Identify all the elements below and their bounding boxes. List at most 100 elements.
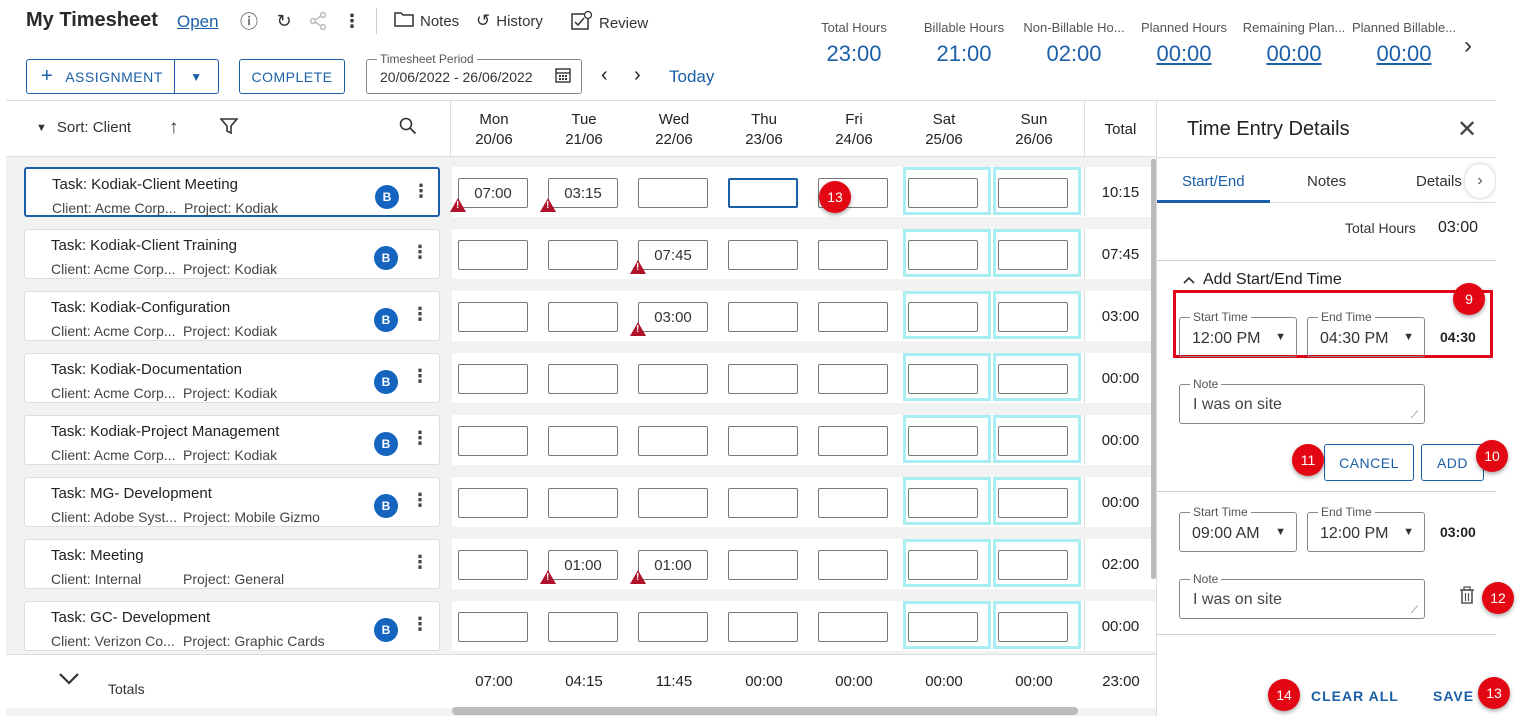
hours-cell[interactable] bbox=[638, 364, 708, 394]
warning-icon[interactable]: ! bbox=[540, 198, 556, 212]
chevron-right-icon[interactable]: › bbox=[1464, 32, 1472, 60]
entry-note-field[interactable]: Note I was on site ⟋ bbox=[1179, 572, 1425, 619]
hours-cell[interactable] bbox=[458, 302, 528, 332]
hours-cell[interactable] bbox=[908, 302, 978, 332]
hours-cell[interactable] bbox=[548, 426, 618, 456]
hours-cell[interactable] bbox=[458, 240, 528, 270]
assignment-dropdown-button[interactable]: ▼ bbox=[175, 60, 218, 93]
more-vertical-icon[interactable]: ⋮ bbox=[411, 614, 429, 635]
review-tool[interactable]: Review bbox=[571, 10, 648, 36]
search-icon[interactable] bbox=[399, 117, 417, 141]
entry-end-time-select[interactable]: End Time 12:00 PM ▼ bbox=[1307, 505, 1425, 552]
summary-planned-billable[interactable]: Planned Billable... 00:00 bbox=[1349, 20, 1459, 67]
complete-button[interactable]: COMPLETE bbox=[239, 59, 345, 94]
sort-control[interactable]: ▼ Sort: Client bbox=[36, 119, 131, 136]
info-icon[interactable]: ⓘ bbox=[238, 10, 260, 32]
hours-cell[interactable] bbox=[548, 488, 618, 518]
calendar-icon[interactable] bbox=[555, 67, 571, 88]
hours-cell[interactable] bbox=[998, 550, 1068, 580]
task-card[interactable]: Task: Meeting Client: Internal Project: Ge… bbox=[24, 539, 440, 589]
hours-cell[interactable]: 01:00 bbox=[638, 550, 708, 580]
next-period-icon[interactable]: › bbox=[634, 64, 641, 87]
hours-cell[interactable] bbox=[908, 488, 978, 518]
hours-cell[interactable] bbox=[638, 178, 708, 208]
summary-value[interactable]: 00:00 bbox=[1129, 41, 1239, 67]
new-start-time-select[interactable]: Start Time 12:00 PM ▼ bbox=[1179, 310, 1297, 357]
hours-cell[interactable] bbox=[458, 612, 528, 642]
warning-icon[interactable]: ! bbox=[630, 322, 646, 336]
hours-cell[interactable] bbox=[998, 302, 1068, 332]
summary-value[interactable]: 00:00 bbox=[1349, 41, 1459, 67]
new-end-time-select[interactable]: End Time 04:30 PM ▼ bbox=[1307, 310, 1425, 357]
cancel-button[interactable]: CANCEL bbox=[1324, 444, 1414, 481]
hours-cell[interactable] bbox=[728, 178, 798, 208]
hours-cell[interactable] bbox=[818, 612, 888, 642]
entry-start-time-select[interactable]: Start Time 09:00 AM ▼ bbox=[1179, 505, 1297, 552]
close-icon[interactable]: ✕ bbox=[1457, 115, 1477, 144]
hours-cell[interactable] bbox=[548, 364, 618, 394]
hours-cell[interactable] bbox=[908, 240, 978, 270]
new-note-field[interactable]: Note I was on site ⟋ bbox=[1179, 377, 1425, 424]
hours-cell[interactable] bbox=[728, 426, 798, 456]
sort-ascending-icon[interactable]: ↑ bbox=[169, 117, 179, 139]
tab-start-end[interactable]: Start/End bbox=[1182, 173, 1245, 190]
chevron-right-icon[interactable]: › bbox=[1465, 164, 1495, 198]
more-vertical-icon[interactable]: ⋮ bbox=[411, 366, 429, 387]
hours-cell[interactable] bbox=[458, 550, 528, 580]
add-assignment-button[interactable]: + ASSIGNMENT bbox=[27, 60, 175, 93]
task-card[interactable]: Task: Kodiak-Documentation Client: Acme C… bbox=[24, 353, 440, 403]
task-card[interactable]: Task: Kodiak-Configuration Client: Acme C… bbox=[24, 291, 440, 341]
hours-cell[interactable] bbox=[548, 612, 618, 642]
timesheet-period-field[interactable]: Timesheet Period 20/06/2022 - 26/06/2022 bbox=[366, 52, 582, 94]
task-card[interactable]: Task: Kodiak-Project Management Client: A… bbox=[24, 415, 440, 465]
hours-cell[interactable] bbox=[458, 426, 528, 456]
share-icon[interactable] bbox=[307, 10, 329, 32]
history-tool[interactable]: ↺ History bbox=[476, 11, 543, 31]
status-link[interactable]: Open bbox=[177, 12, 219, 32]
hours-cell[interactable] bbox=[818, 364, 888, 394]
notes-tool[interactable]: Notes bbox=[394, 11, 459, 32]
hours-cell[interactable] bbox=[638, 612, 708, 642]
warning-icon[interactable]: ! bbox=[540, 570, 556, 584]
more-vertical-icon[interactable]: ⋮ bbox=[411, 552, 429, 573]
summary-remaining-planned[interactable]: Remaining Plan... 00:00 bbox=[1239, 20, 1349, 67]
more-vertical-icon[interactable]: ⋮ bbox=[411, 490, 429, 511]
hours-cell[interactable] bbox=[998, 178, 1068, 208]
task-card[interactable]: Task: MG- Development Client: Adobe Syst.… bbox=[24, 477, 440, 527]
hours-cell[interactable]: 07:45 bbox=[638, 240, 708, 270]
hours-cell[interactable] bbox=[728, 550, 798, 580]
hours-cell[interactable] bbox=[728, 240, 798, 270]
hours-cell[interactable] bbox=[548, 240, 618, 270]
hours-cell[interactable] bbox=[908, 364, 978, 394]
hours-cell[interactable]: 07:00 bbox=[458, 178, 528, 208]
today-link[interactable]: Today bbox=[669, 67, 714, 87]
hours-cell[interactable] bbox=[998, 364, 1068, 394]
more-vertical-icon[interactable]: ⋮ bbox=[411, 304, 429, 325]
warning-icon[interactable]: ! bbox=[450, 198, 466, 212]
resize-grip-icon[interactable]: ⟋ bbox=[1411, 605, 1418, 616]
hours-cell[interactable] bbox=[908, 178, 978, 208]
delete-icon[interactable] bbox=[1459, 586, 1475, 611]
hours-cell[interactable] bbox=[818, 426, 888, 456]
hours-cell[interactable] bbox=[728, 488, 798, 518]
hours-cell[interactable]: 03:00 bbox=[638, 302, 708, 332]
add-start-end-toggle[interactable]: Add Start/End Time bbox=[1183, 271, 1342, 289]
more-vertical-icon[interactable]: ⋮ bbox=[341, 10, 363, 32]
more-vertical-icon[interactable]: ⋮ bbox=[411, 428, 429, 449]
resize-grip-icon[interactable]: ⟋ bbox=[1411, 410, 1418, 421]
hours-cell[interactable] bbox=[998, 426, 1068, 456]
more-vertical-icon[interactable]: ⋮ bbox=[412, 181, 430, 202]
hours-cell[interactable] bbox=[998, 240, 1068, 270]
hours-cell[interactable] bbox=[818, 240, 888, 270]
hours-cell[interactable] bbox=[548, 302, 618, 332]
hours-cell[interactable] bbox=[908, 550, 978, 580]
chevron-down-icon[interactable] bbox=[58, 669, 80, 692]
hours-cell[interactable] bbox=[728, 302, 798, 332]
more-vertical-icon[interactable]: ⋮ bbox=[411, 242, 429, 263]
previous-period-icon[interactable]: ‹ bbox=[601, 64, 608, 87]
save-button[interactable]: SAVE bbox=[1433, 688, 1474, 704]
hours-cell[interactable] bbox=[728, 364, 798, 394]
summary-planned-hours[interactable]: Planned Hours 00:00 bbox=[1129, 20, 1239, 67]
tab-notes[interactable]: Notes bbox=[1307, 173, 1346, 190]
task-card[interactable]: Task: Kodiak-Client Meeting Client: Acme … bbox=[24, 167, 440, 217]
